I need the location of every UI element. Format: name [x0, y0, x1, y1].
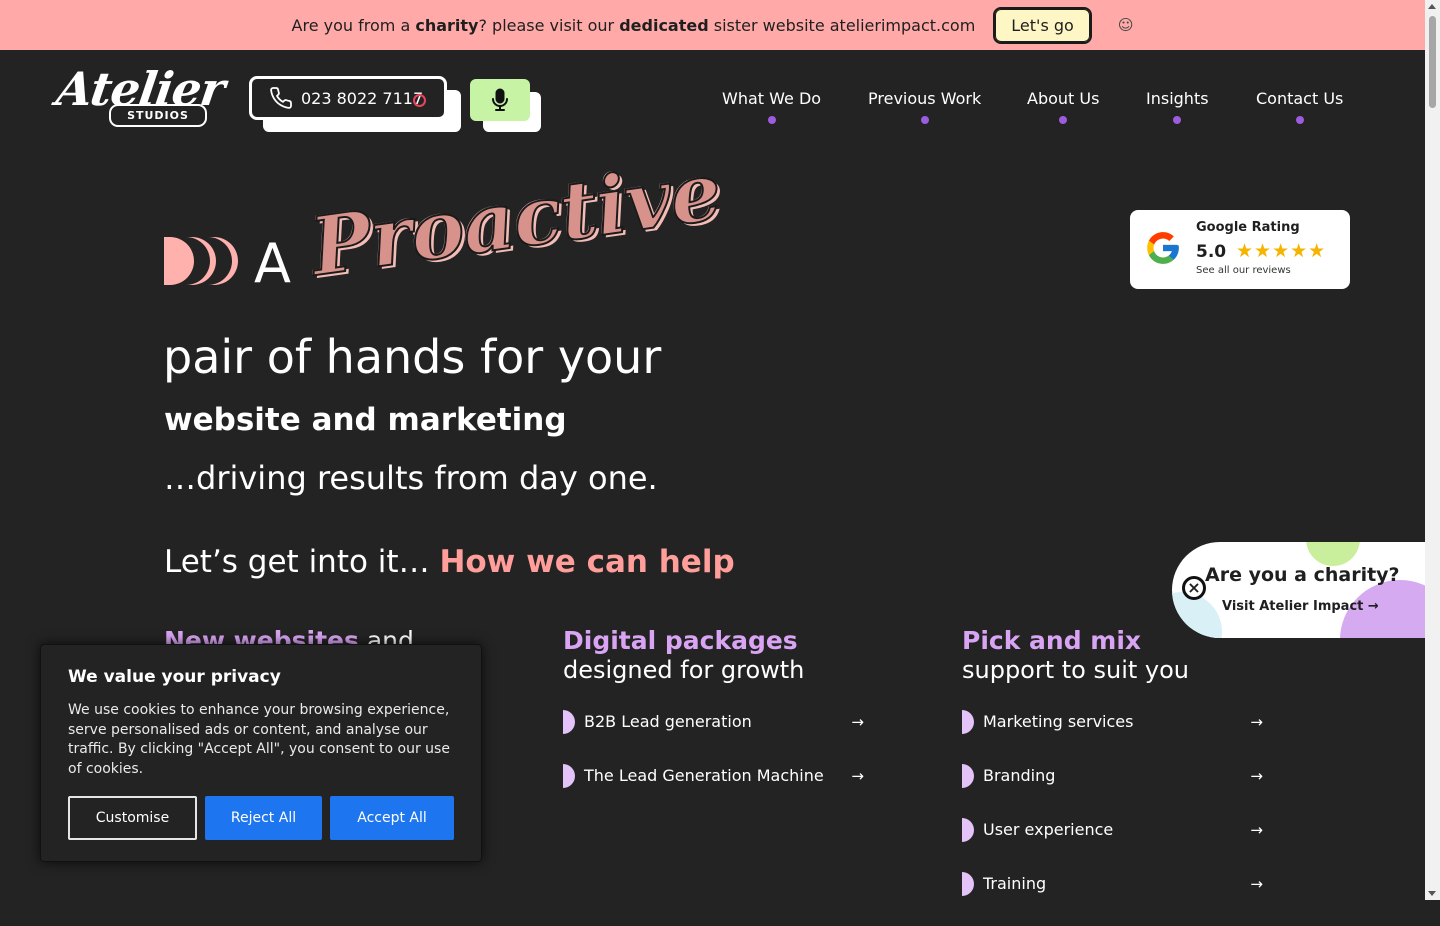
lets-go-button[interactable]: Let's go	[993, 6, 1092, 44]
banner-text-mid: ? please visit our	[478, 15, 620, 35]
list-item[interactable]: B2B Lead generation →	[563, 710, 864, 764]
charity-banner: Are you from a charity? please visit our…	[0, 0, 1425, 50]
nav-dot-icon	[1295, 116, 1304, 124]
arrow-right-icon: →	[1250, 821, 1263, 839]
google-rating-title: Google Rating	[1196, 220, 1300, 235]
nav-item-insights[interactable]: Insights	[1146, 89, 1209, 124]
half-circle-bullet-icon	[563, 710, 575, 734]
google-rating-score: 5.0	[1196, 242, 1227, 262]
star-rating-icon: ★★★★★	[1236, 240, 1327, 262]
list-item-label: Marketing services	[983, 712, 1134, 731]
customise-button[interactable]: Customise	[68, 796, 197, 840]
nav-item-what-we-do[interactable]: What We Do	[722, 89, 821, 124]
list-item-label: The Lead Generation Machine	[584, 766, 824, 785]
main-nav: What We Do Previous Work About Us Insigh…	[0, 89, 1425, 129]
nav-label: What We Do	[722, 89, 822, 108]
banner-text-bold-charity: charity	[415, 15, 479, 35]
hero-script-word: Proactive	[304, 143, 727, 295]
list-item[interactable]: The Lead Generation Machine →	[563, 764, 864, 818]
half-circle-bullet-icon	[962, 818, 974, 842]
column-heading-accent: Pick and mix	[962, 626, 1142, 655]
cookie-consent-dialog: We value your privacy We use cookies to …	[40, 644, 482, 862]
list-item-label: B2B Lead generation	[584, 712, 752, 731]
charity-card-title: Are you a charity?	[1205, 564, 1400, 586]
help-heading: Let’s get into it… How we can help	[164, 544, 735, 580]
nav-item-contact-us[interactable]: Contact Us	[1256, 89, 1343, 124]
half-circle-bullet-icon	[962, 710, 974, 734]
list-item[interactable]: Training →	[962, 872, 1263, 926]
nav-label: Contact Us	[1256, 89, 1344, 108]
list-item-label: Training	[983, 874, 1047, 893]
nav-dot-icon	[767, 116, 776, 124]
column-digital-packages: Digital packages designed for growth B2B…	[563, 626, 883, 818]
banner-text: Are you from a charity? please visit our…	[292, 16, 976, 35]
see-reviews-link[interactable]: See all our reviews	[1196, 265, 1291, 276]
nav-label: Previous Work	[868, 89, 982, 108]
arrow-right-icon: →	[1250, 713, 1263, 731]
banner-text-pre: Are you from a	[291, 15, 416, 35]
nav-dot-icon	[1173, 116, 1182, 124]
help-heading-accent: How we can help	[439, 544, 735, 580]
list-item[interactable]: Branding →	[962, 764, 1263, 818]
list-item[interactable]: Marketing services →	[962, 710, 1263, 764]
half-circle-bullet-icon	[962, 764, 974, 788]
google-g-icon	[1147, 232, 1179, 264]
scroll-up-arrow-icon[interactable]	[1428, 4, 1436, 9]
scroll-down-arrow-icon[interactable]	[1428, 891, 1436, 896]
nav-label: Insights	[1146, 89, 1209, 108]
banner-text-post: sister website atelierimpact.com	[708, 15, 976, 35]
nav-dot-icon	[1059, 116, 1068, 124]
hero-line-3: …driving results from day one.	[164, 459, 658, 497]
nav-item-about-us[interactable]: About Us	[1027, 89, 1099, 124]
banner-close-icon[interactable]: ☺	[1118, 16, 1134, 34]
cookie-title: We value your privacy	[68, 667, 281, 687]
visit-atelier-impact-link[interactable]: Visit Atelier Impact →	[1222, 599, 1379, 614]
arrow-right-icon: →	[1367, 599, 1379, 614]
arrow-right-icon: →	[1250, 875, 1263, 893]
accept-all-button[interactable]: Accept All	[330, 796, 454, 840]
charity-callout-card[interactable]: × Are you a charity? Visit Atelier Impac…	[1172, 542, 1425, 638]
hero-word-a: A	[254, 232, 291, 295]
charity-close-icon[interactable]: ×	[1182, 576, 1206, 600]
arrow-right-icon: →	[851, 713, 864, 731]
column-heading-accent: Digital packages	[563, 626, 798, 655]
decor-blob-green	[1306, 542, 1360, 566]
cookie-body: We use cookies to enhance your browsing …	[68, 702, 450, 777]
column-heading-rest: support to suit you	[962, 656, 1190, 684]
list-item-label: Branding	[983, 766, 1056, 785]
hero-line-1: pair of hands for your	[163, 330, 662, 384]
nav-dot-icon	[920, 116, 929, 124]
nav-item-previous-work[interactable]: Previous Work	[868, 89, 981, 124]
column-pick-and-mix: Pick and mix support to suit you Marketi…	[962, 626, 1282, 926]
triple-chevron-icon	[164, 237, 238, 285]
list-item[interactable]: User experience →	[962, 818, 1263, 872]
half-circle-bullet-icon	[962, 872, 974, 896]
half-circle-bullet-icon	[563, 764, 575, 788]
page-scrollbar[interactable]	[1425, 0, 1440, 900]
reject-all-button[interactable]: Reject All	[205, 796, 322, 840]
list-item-label: User experience	[983, 820, 1114, 839]
google-rating-card[interactable]: Google Rating 5.0 ★★★★★ See all our revi…	[1130, 210, 1350, 289]
banner-text-bold-dedicated: dedicated	[619, 15, 709, 35]
service-list: Marketing services → Branding → User exper…	[962, 710, 1282, 926]
visit-link-label: Visit Atelier Impact	[1222, 599, 1364, 614]
service-list: B2B Lead generation → The Lead Generation…	[563, 710, 883, 818]
arrow-right-icon: →	[851, 767, 864, 785]
column-heading-rest: designed for growth	[563, 656, 805, 684]
scrollbar-thumb[interactable]	[1429, 16, 1436, 108]
arrow-right-icon: →	[1250, 767, 1263, 785]
nav-label: About Us	[1027, 89, 1100, 108]
help-heading-pre: Let’s get into it…	[164, 544, 440, 580]
hero-line-2: website and marketing	[164, 402, 567, 438]
